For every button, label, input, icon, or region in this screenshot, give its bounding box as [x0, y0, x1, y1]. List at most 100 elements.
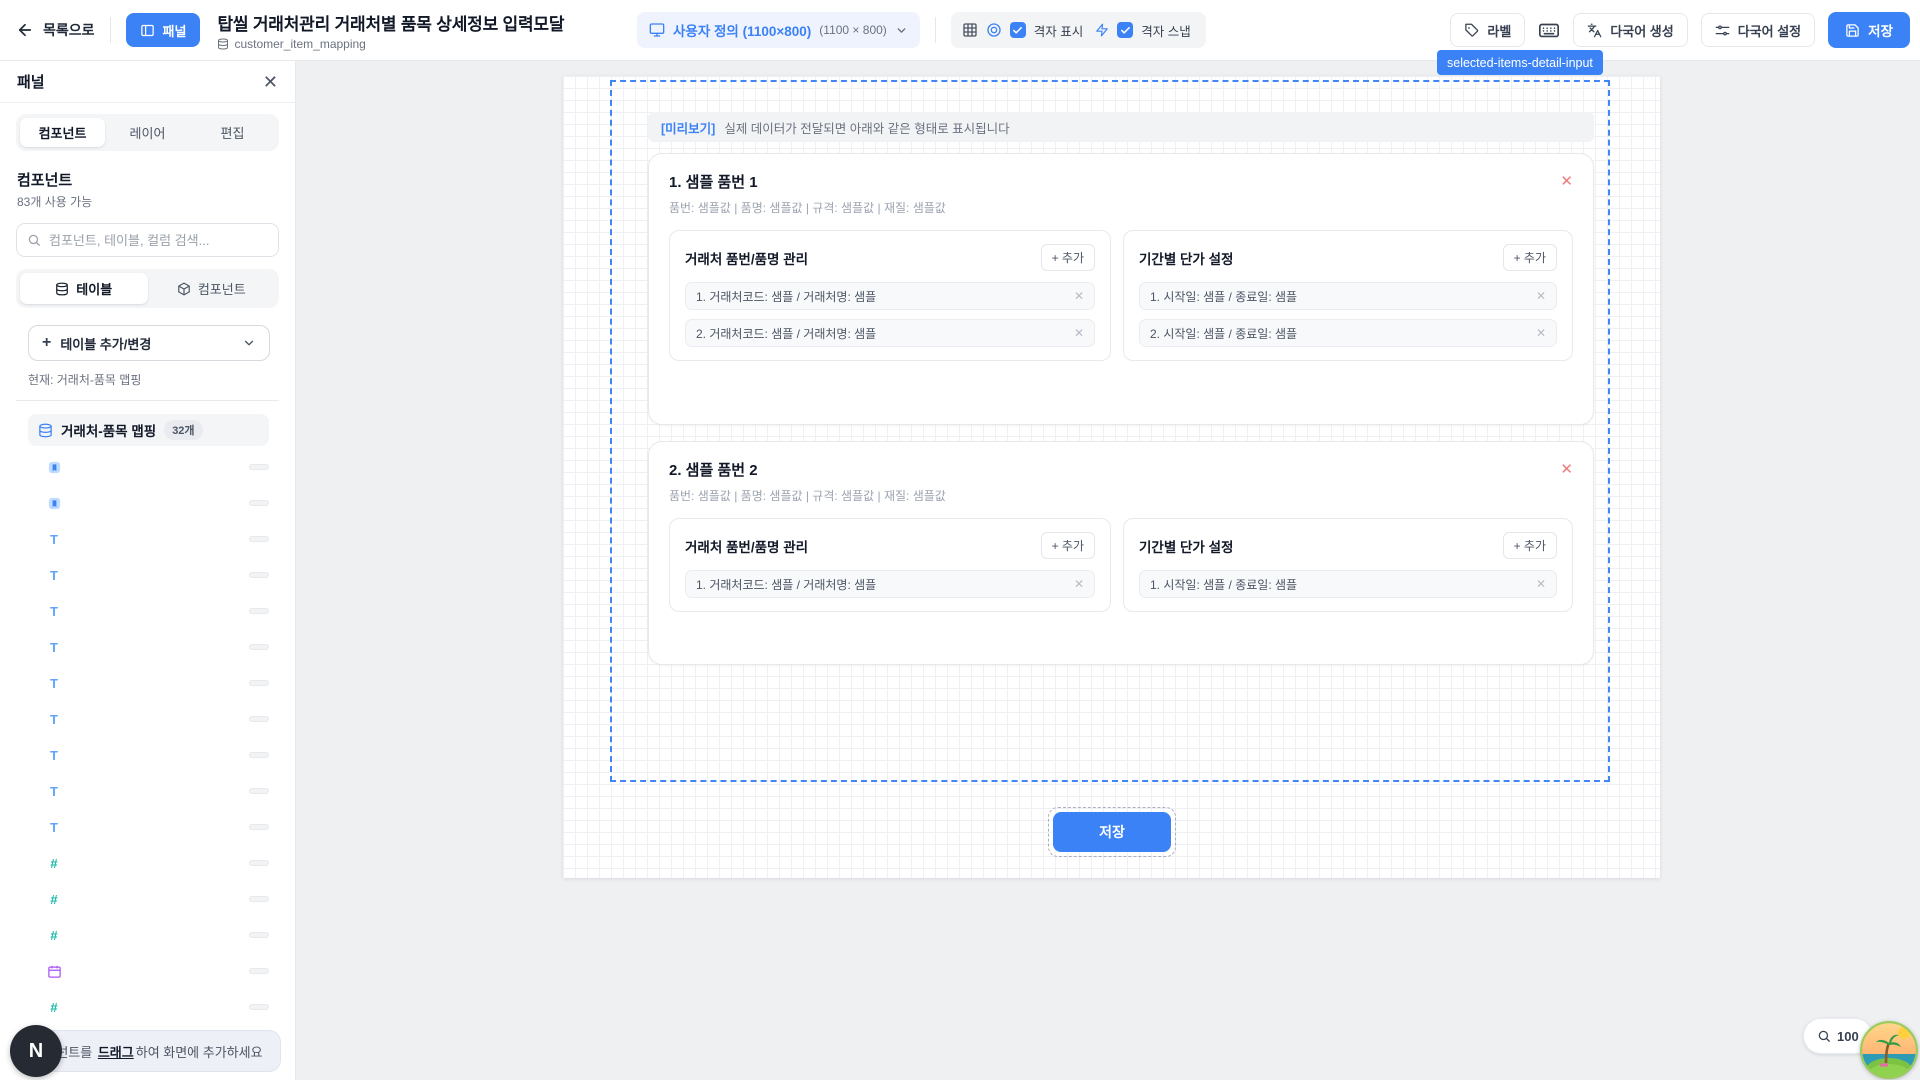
field-row[interactable]: #: [0, 881, 295, 917]
card-close-icon[interactable]: ✕: [1560, 174, 1573, 189]
search-icon: [27, 233, 41, 247]
grid-snap-label: 격자 스냅: [1141, 21, 1190, 40]
field-row[interactable]: T: [0, 557, 295, 593]
database-icon: [38, 423, 53, 438]
add-change-table-button[interactable]: + 테이블 추가/변경: [28, 325, 270, 361]
number-icon: #: [46, 928, 62, 943]
remove-item-icon[interactable]: ✕: [1074, 577, 1084, 591]
section-title: 거래처 품번/품명 관리: [685, 536, 808, 556]
label-button[interactable]: 라벨: [1450, 13, 1525, 47]
sample-item-row: 2. 시작일: 샘플 / 종료일: 샘플✕: [1139, 319, 1557, 347]
table-group-header[interactable]: 거래처-품목 맵핑 32개: [28, 414, 269, 446]
field-row[interactable]: T: [0, 773, 295, 809]
island-avatar[interactable]: [1860, 1021, 1918, 1079]
field-row[interactable]: [0, 953, 295, 989]
field-type-badge: [249, 932, 269, 938]
remove-item-icon[interactable]: ✕: [1536, 326, 1546, 340]
sample-item-row: 1. 시작일: 샘플 / 종료일: 샘플✕: [1139, 570, 1557, 598]
text-icon: T: [46, 676, 62, 691]
text-icon: T: [46, 640, 62, 655]
remove-item-icon[interactable]: ✕: [1074, 289, 1084, 303]
field-row[interactable]: T: [0, 521, 295, 557]
panel-toggle-button[interactable]: 패널: [126, 13, 201, 47]
component-search[interactable]: [16, 223, 279, 257]
database-icon: [55, 282, 69, 296]
page-title-block: 탑씰 거래처관리 거래처별 품목 상세정보 입력모달 customer_item…: [217, 10, 564, 51]
magnifier-icon: [1817, 1029, 1831, 1043]
field-row[interactable]: T: [0, 593, 295, 629]
divider: [110, 17, 111, 43]
field-row[interactable]: #: [0, 989, 295, 1025]
tab-edit[interactable]: 편집: [190, 118, 275, 147]
table-name: 거래처-품목 맵핑: [61, 420, 156, 440]
selection-name-tooltip: selected-items-detail-input: [1437, 50, 1603, 75]
grid-show-checkbox[interactable]: [1010, 22, 1026, 38]
database-icon: [217, 38, 229, 50]
add-item-button[interactable]: + 추가: [1041, 244, 1095, 271]
zoom-value: 100: [1837, 1029, 1859, 1044]
grid-snap-checkbox[interactable]: [1117, 22, 1133, 38]
panel-tabs: 컴포넌트 레이어 편집: [16, 114, 279, 151]
field-row[interactable]: [0, 449, 295, 485]
keyboard-shortcuts-button[interactable]: [1538, 19, 1560, 41]
sample-item-row: 1. 거래처코드: 샘플 / 거래처명: 샘플✕: [685, 570, 1095, 598]
panel-title: 패널: [17, 71, 45, 92]
field-row[interactable]: T: [0, 629, 295, 665]
viewport-size-dropdown[interactable]: 사용자 정의 (1100×800) (1100 × 800): [637, 12, 920, 48]
save-button[interactable]: 저장: [1828, 12, 1910, 48]
text-icon: T: [46, 712, 62, 727]
field-type-badge: [249, 1004, 269, 1010]
current-table-label: 현재: 거래처-품목 맵핑: [28, 371, 295, 388]
entity-icon: [46, 460, 62, 475]
remove-item-icon[interactable]: ✕: [1536, 577, 1546, 591]
design-canvas[interactable]: [미리보기] 실제 데이터가 전달되면 아래와 같은 형태로 표시됩니다 1. …: [563, 76, 1660, 878]
field-type-badge: [249, 500, 269, 506]
add-item-button[interactable]: + 추가: [1503, 244, 1557, 271]
source-tab-component[interactable]: 컴포넌트: [148, 273, 276, 304]
tab-layers[interactable]: 레이어: [105, 118, 190, 147]
close-icon[interactable]: ✕: [263, 73, 278, 91]
field-row[interactable]: T: [0, 809, 295, 845]
field-row[interactable]: #: [0, 845, 295, 881]
section-title: 기간별 단가 설정: [1139, 536, 1233, 556]
card-title: 1. 샘플 품번 1: [669, 171, 758, 192]
number-icon: #: [46, 1000, 62, 1015]
field-row[interactable]: #: [0, 917, 295, 953]
form-save-button[interactable]: 저장: [1053, 812, 1171, 852]
i18n-settings-button[interactable]: 다국어 설정: [1701, 13, 1815, 47]
table-subtitle: customer_item_mapping: [234, 37, 365, 51]
arrow-left-icon: [16, 21, 34, 39]
remove-item-icon[interactable]: ✕: [1074, 326, 1084, 340]
card-close-icon[interactable]: ✕: [1560, 462, 1573, 477]
source-tab-table[interactable]: 테이블: [20, 273, 148, 304]
add-item-button[interactable]: + 추가: [1041, 532, 1095, 559]
tab-components[interactable]: 컴포넌트: [20, 118, 105, 147]
sample-item-row: 1. 시작일: 샘플 / 종료일: 샘플✕: [1139, 282, 1557, 310]
package-icon: [177, 282, 191, 296]
calendar-icon: [46, 964, 62, 979]
field-row[interactable]: T: [0, 701, 295, 737]
grid-show-label: 격자 표시: [1034, 21, 1083, 40]
field-list: TTTTTTTTT####: [0, 449, 295, 1025]
tag-icon: [1464, 23, 1479, 38]
text-icon: T: [46, 568, 62, 583]
components-count: 83개 사용 가능: [17, 193, 278, 210]
chevron-down-icon: [242, 336, 256, 350]
app-logo-badge[interactable]: N: [10, 1025, 62, 1077]
section-title: 기간별 단가 설정: [1139, 248, 1233, 268]
field-row[interactable]: T: [0, 737, 295, 773]
search-input[interactable]: [49, 233, 268, 248]
field-row[interactable]: [0, 485, 295, 521]
preview-text: 실제 데이터가 전달되면 아래와 같은 형태로 표시됩니다: [724, 118, 1009, 137]
page-title: 탑씰 거래처관리 거래처별 품목 상세정보 입력모달: [217, 10, 564, 35]
languages-icon: [1587, 23, 1602, 38]
remove-item-icon[interactable]: ✕: [1536, 289, 1546, 303]
field-row[interactable]: T: [0, 665, 295, 701]
field-type-badge: [249, 608, 269, 614]
divider: [935, 17, 936, 43]
field-type-badge: [249, 680, 269, 686]
preview-item-card: 1. 샘플 품번 1✕품번: 샘플값 | 품명: 샘플값 | 규격: 샘플값 |…: [648, 153, 1594, 425]
back-to-list-button[interactable]: 목록으로: [16, 20, 95, 40]
i18n-generate-button[interactable]: 다국어 생성: [1573, 13, 1687, 47]
add-item-button[interactable]: + 추가: [1503, 532, 1557, 559]
